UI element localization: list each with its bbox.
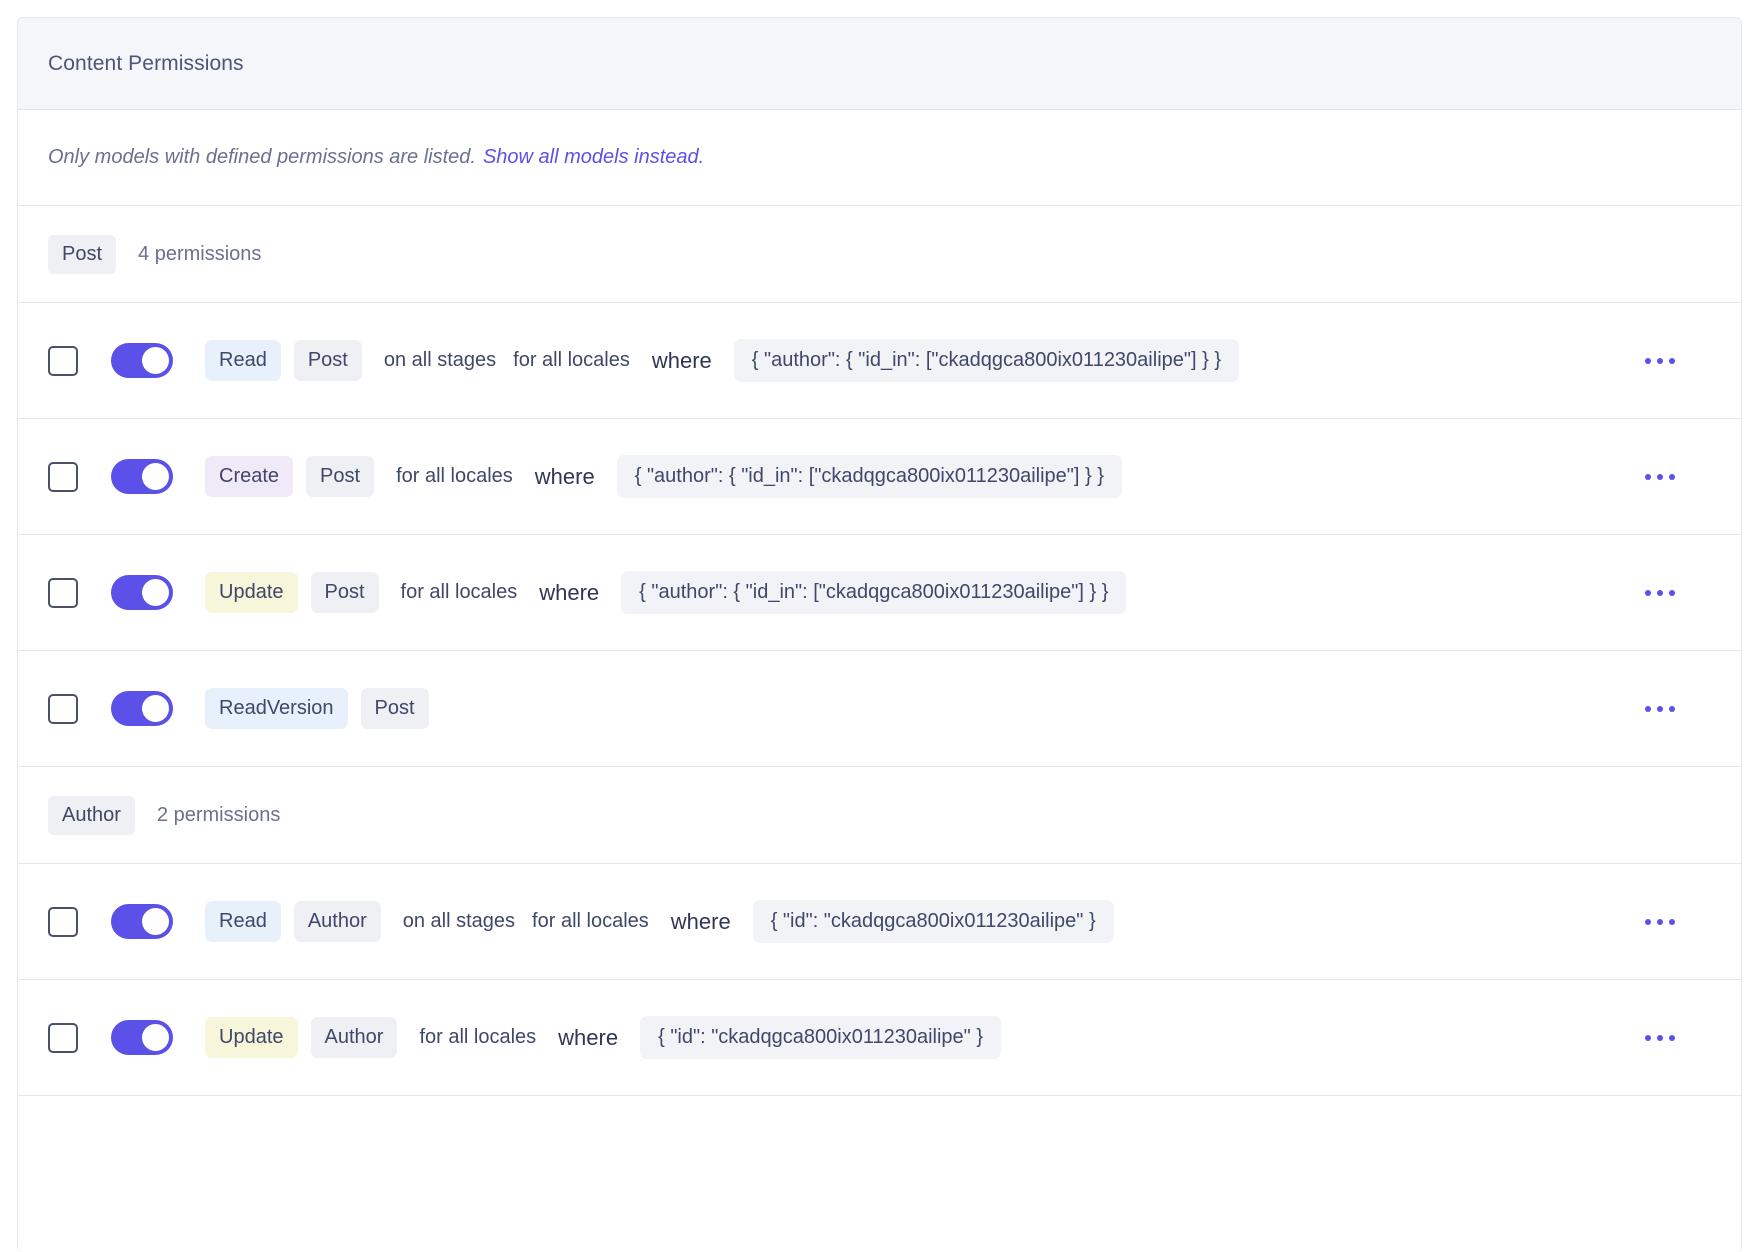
permission-row: Read Author on all stages for all locales wh… xyxy=(18,864,1741,980)
permission-model-chip: Author xyxy=(311,1017,398,1058)
toggle-knob xyxy=(142,695,169,722)
row-select-checkbox[interactable] xyxy=(48,694,78,724)
row-overflow-menu-icon[interactable] xyxy=(1637,911,1683,933)
permission-enabled-toggle[interactable] xyxy=(111,459,173,494)
permission-where-keyword: where xyxy=(558,1025,618,1051)
permission-locales-text: for all locales xyxy=(532,910,649,933)
menu-dot xyxy=(1669,474,1675,480)
menu-dot xyxy=(1669,919,1675,925)
permission-groups: Post 4 permissions Read Post on all stages fo… xyxy=(18,206,1741,1096)
menu-dot xyxy=(1669,1035,1675,1041)
permission-row: Update Author for all locales where { "id": … xyxy=(18,980,1741,1096)
toggle-knob xyxy=(142,1024,169,1051)
menu-dot xyxy=(1669,590,1675,596)
row-overflow-menu-icon[interactable] xyxy=(1637,350,1683,372)
row-select-checkbox[interactable] xyxy=(48,462,78,492)
row-overflow-menu-icon[interactable] xyxy=(1637,582,1683,604)
menu-dot xyxy=(1645,706,1651,712)
menu-dot xyxy=(1645,474,1651,480)
row-select-checkbox[interactable] xyxy=(48,346,78,376)
permission-action-chip: Read xyxy=(205,340,281,381)
menu-dot xyxy=(1645,358,1651,364)
toggle-knob xyxy=(142,463,169,490)
permission-enabled-toggle[interactable] xyxy=(111,1020,173,1055)
permission-stages-text: on all stages xyxy=(403,910,515,933)
show-all-models-link[interactable]: Show all models instead. xyxy=(483,146,704,169)
row-select-checkbox[interactable] xyxy=(48,907,78,937)
permission-model-chip: Post xyxy=(306,456,374,497)
permission-condition-chip: { "author": { "id_in": ["ckadqgca800ix01… xyxy=(621,571,1126,614)
permission-enabled-toggle[interactable] xyxy=(111,691,173,726)
permission-where-keyword: where xyxy=(539,580,599,606)
menu-dot xyxy=(1657,590,1663,596)
toggle-knob xyxy=(142,908,169,935)
menu-dot xyxy=(1657,1035,1663,1041)
permission-model-chip: Post xyxy=(361,688,429,729)
group-header: Post 4 permissions xyxy=(18,206,1741,303)
permission-locales-text: for all locales xyxy=(513,349,630,372)
permission-locales-text: for all locales xyxy=(396,465,513,488)
permission-enabled-toggle[interactable] xyxy=(111,575,173,610)
permission-action-chip: Update xyxy=(205,1017,298,1058)
menu-dot xyxy=(1669,706,1675,712)
permission-locales-text: for all locales xyxy=(401,581,518,604)
permission-row: Update Post for all locales where { "author"… xyxy=(18,535,1741,651)
permission-row: Read Post on all stages for all locales wher… xyxy=(18,303,1741,419)
permission-condition-chip: { "author": { "id_in": ["ckadqgca800ix01… xyxy=(734,339,1239,382)
page-title: Content Permissions xyxy=(48,52,244,76)
row-select-checkbox[interactable] xyxy=(48,578,78,608)
permission-row: ReadVersion Post xyxy=(18,651,1741,767)
group-header: Author 2 permissions xyxy=(18,767,1741,864)
menu-dot xyxy=(1645,590,1651,596)
card-header: Content Permissions xyxy=(18,18,1741,110)
menu-dot xyxy=(1657,358,1663,364)
permission-where-keyword: where xyxy=(535,464,595,490)
permission-condition-chip: { "id": "ckadqgca800ix011230ailipe" } xyxy=(753,900,1114,943)
permission-action-chip: Read xyxy=(205,901,281,942)
permission-locales-text: for all locales xyxy=(419,1026,536,1049)
permission-stages-text: on all stages xyxy=(384,349,496,372)
permission-condition-chip: { "id": "ckadqgca800ix011230ailipe" } xyxy=(640,1016,1001,1059)
permission-condition-chip: { "author": { "id_in": ["ckadqgca800ix01… xyxy=(617,455,1122,498)
permission-enabled-toggle[interactable] xyxy=(111,343,173,378)
group-model-chip: Post xyxy=(48,235,116,274)
group-permission-count: 4 permissions xyxy=(138,243,261,266)
permission-model-chip: Post xyxy=(294,340,362,381)
notice-bar: Only models with defined permissions are… xyxy=(18,110,1741,206)
permission-action-chip: Update xyxy=(205,572,298,613)
permission-model-chip: Author xyxy=(294,901,381,942)
permission-where-keyword: where xyxy=(652,348,712,374)
menu-dot xyxy=(1657,474,1663,480)
menu-dot xyxy=(1669,358,1675,364)
permission-action-chip: Create xyxy=(205,456,293,497)
toggle-knob xyxy=(142,347,169,374)
notice-text: Only models with defined permissions are… xyxy=(48,146,476,169)
menu-dot xyxy=(1657,919,1663,925)
permission-row: Create Post for all locales where { "author"… xyxy=(18,419,1741,535)
menu-dot xyxy=(1645,1035,1651,1041)
row-overflow-menu-icon[interactable] xyxy=(1637,698,1683,720)
content-permissions-card: Content Permissions Only models with def… xyxy=(17,17,1742,1252)
menu-dot xyxy=(1657,706,1663,712)
row-overflow-menu-icon[interactable] xyxy=(1637,1027,1683,1049)
toggle-knob xyxy=(142,579,169,606)
group-model-chip: Author xyxy=(48,796,135,835)
permission-enabled-toggle[interactable] xyxy=(111,904,173,939)
menu-dot xyxy=(1645,919,1651,925)
row-select-checkbox[interactable] xyxy=(48,1023,78,1053)
group-permission-count: 2 permissions xyxy=(157,804,280,827)
permission-where-keyword: where xyxy=(671,909,731,935)
row-overflow-menu-icon[interactable] xyxy=(1637,466,1683,488)
permission-action-chip: ReadVersion xyxy=(205,688,348,729)
permission-model-chip: Post xyxy=(311,572,379,613)
